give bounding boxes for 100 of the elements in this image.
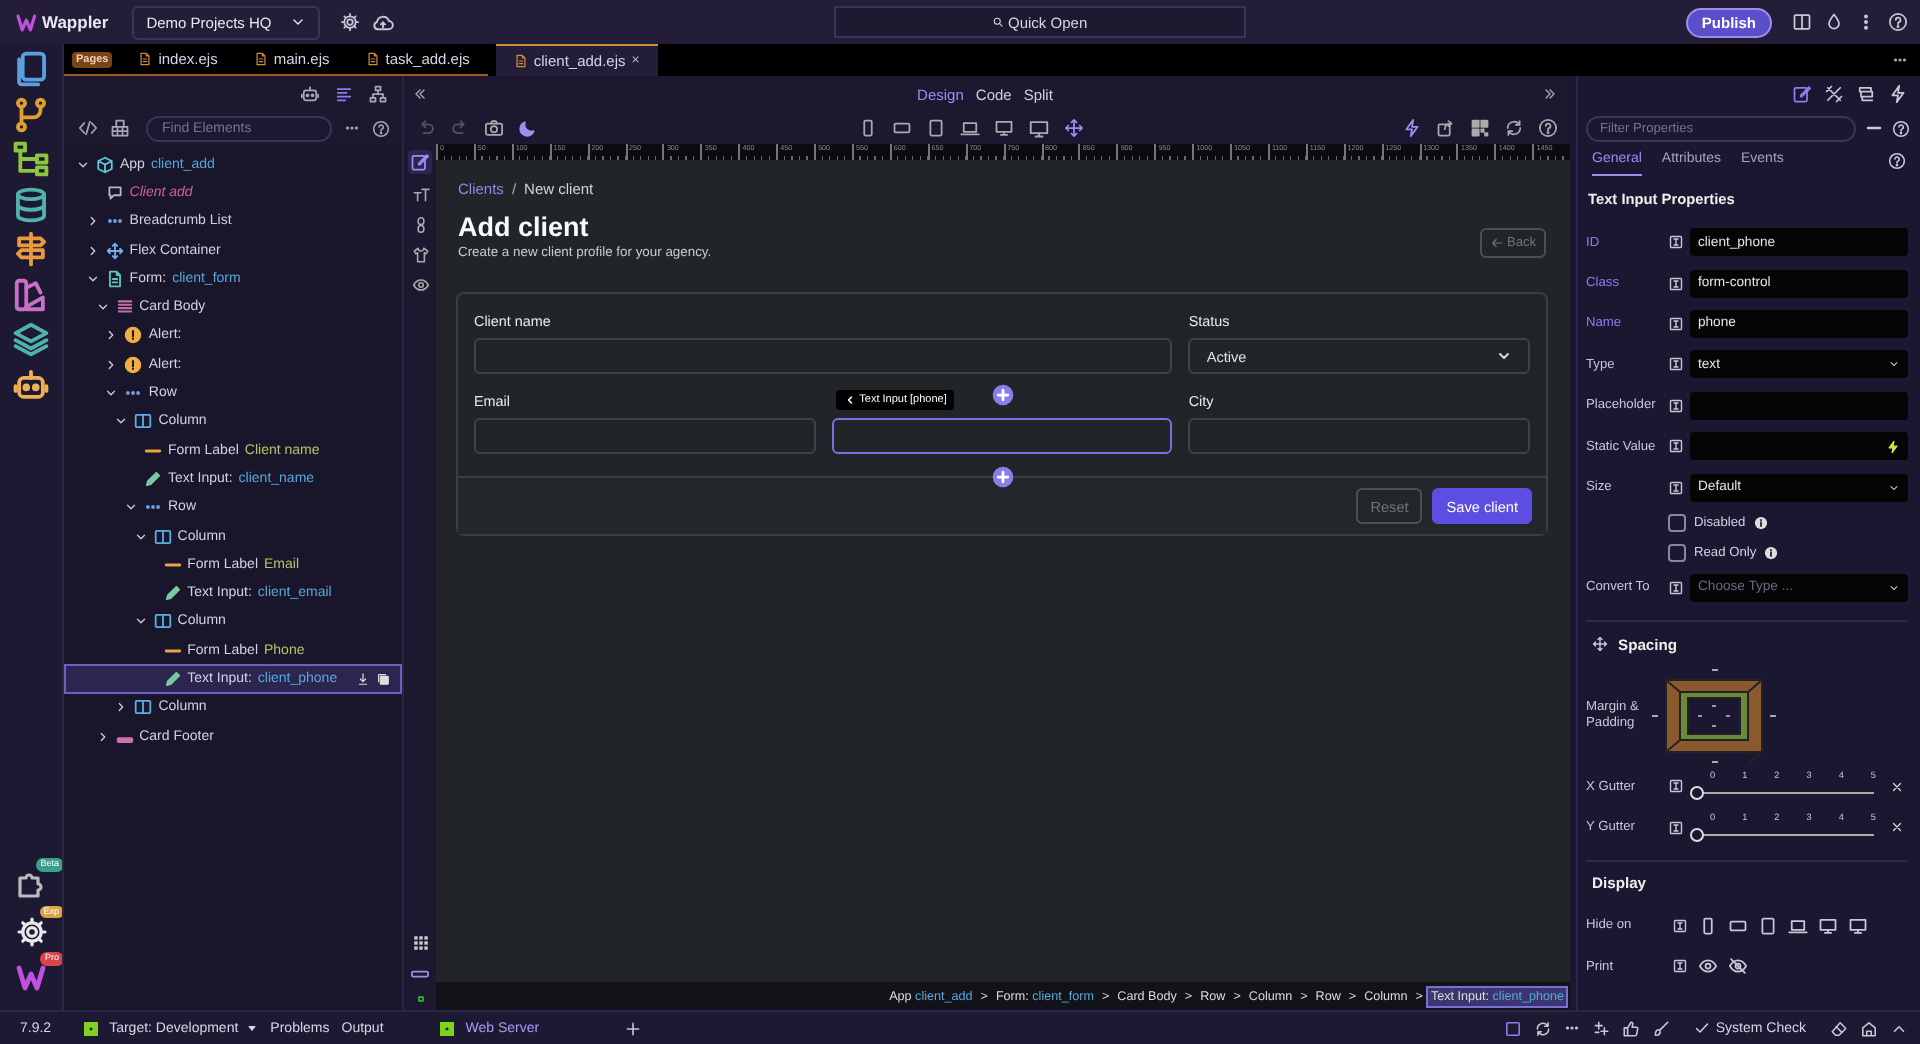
input-field[interactable] [1690,432,1908,461]
monitor-icon[interactable] [1027,117,1049,139]
checkbox[interactable] [1668,513,1686,532]
refresh-icon[interactable] [1504,118,1524,138]
refresh-icon[interactable] [1533,1019,1552,1037]
drop-icon[interactable] [1824,12,1844,32]
help-icon[interactable] [1888,151,1906,169]
database-icon[interactable] [12,185,50,223]
clear-icon[interactable] [1890,779,1904,794]
logo-icon[interactable] [15,962,47,994]
chevron-icon[interactable] [133,614,148,629]
eye-icon[interactable] [411,276,429,294]
chevron-icon[interactable] [85,271,100,286]
text-size-icon[interactable] [411,186,429,204]
phone-icon[interactable] [857,118,877,138]
arrow-down-icon[interactable] [356,671,370,686]
more-icon[interactable] [1563,1020,1580,1036]
move-icon[interactable] [1063,118,1083,138]
data-bind-icon[interactable] [1668,579,1684,596]
code-icon[interactable] [78,118,98,138]
puzzle-icon[interactable] [15,868,47,900]
branch-icon[interactable] [12,95,50,133]
collapse-icon[interactable] [412,86,428,102]
chevron-icon[interactable] [85,243,100,258]
input-field[interactable] [1188,418,1530,454]
tablet-landscape-icon[interactable] [891,118,911,138]
help-icon[interactable] [1888,12,1908,32]
chevron-icon[interactable] [104,386,119,401]
input-field[interactable] [474,418,816,454]
settings-icon[interactable] [339,12,360,32]
chevron-icon[interactable] [95,729,110,744]
moon-icon[interactable] [518,118,538,138]
robot-icon[interactable] [300,84,320,104]
data-bind-icon[interactable] [1668,275,1684,292]
spacing-box-drawing[interactable] [1650,668,1778,765]
eraser-icon[interactable] [1830,1019,1848,1037]
tools-icon[interactable] [1824,84,1844,104]
info-icon[interactable] [1764,545,1779,560]
help-icon[interactable] [1892,119,1910,137]
palette-icon[interactable] [12,275,50,313]
home-icon[interactable] [1860,1019,1878,1037]
data-bind-icon[interactable] [1668,356,1684,373]
signpost-icon[interactable] [12,230,50,268]
data-bind-icon[interactable] [1668,479,1684,496]
sitemap-icon[interactable] [12,140,50,178]
data-bind-icon[interactable] [1668,819,1684,836]
sitemap-icon[interactable] [368,84,388,104]
chevron-icon[interactable] [104,328,119,343]
laptop-icon[interactable] [1788,915,1808,936]
clear-icon[interactable] [1890,820,1904,835]
lightning-icon[interactable] [1402,118,1422,138]
expand-icon[interactable] [1542,86,1558,102]
slider-thumb[interactable] [1690,786,1704,801]
data-bind-icon[interactable] [1668,234,1684,251]
list-icon[interactable] [334,84,354,104]
edit-icon[interactable] [1792,84,1812,104]
monitor-icon[interactable] [1818,915,1838,936]
lightning-icon[interactable] [1888,84,1908,104]
layers-icon[interactable] [12,320,50,358]
info-icon[interactable] [1753,515,1768,530]
chevron-icon[interactable] [95,300,110,315]
data-bind-icon[interactable] [1668,397,1684,414]
chevron-icon[interactable] [114,414,129,429]
input-field[interactable] [1690,391,1908,420]
sparkle-icon[interactable] [1591,1019,1610,1037]
link-icon[interactable] [411,216,429,234]
checkbox[interactable] [1668,543,1686,562]
phone-icon[interactable] [1698,915,1718,936]
help-icon[interactable] [1538,118,1558,138]
data-bind-icon[interactable] [1668,315,1684,332]
data-bind-icon[interactable] [1668,438,1684,455]
chevron-icon[interactable] [124,500,138,515]
grid-icon[interactable] [1470,118,1490,138]
robot-icon[interactable] [12,365,50,403]
data-bind-icon[interactable] [1668,778,1684,795]
lightning-icon[interactable] [1886,439,1900,454]
add-icon[interactable] [991,384,1014,406]
square-icon[interactable] [1503,1019,1522,1037]
cloud-upload-icon[interactable] [371,11,394,33]
chevron-icon[interactable] [76,157,90,172]
settings-icon[interactable] [15,915,47,947]
thumbs-up-icon[interactable] [1621,1019,1640,1037]
monitor-icon[interactable] [993,118,1013,138]
more-icon[interactable] [1892,52,1908,68]
chevron-icon[interactable] [104,357,119,372]
tablet-icon[interactable] [1758,915,1778,936]
chevron-icon[interactable] [133,529,148,543]
plus-icon[interactable] [623,1019,642,1037]
share-icon[interactable] [1436,118,1456,138]
shirt-icon[interactable] [411,246,429,264]
tablet-icon[interactable] [925,118,945,138]
laptop-icon[interactable] [959,118,979,138]
edit-icon[interactable] [410,152,430,172]
camera-icon[interactable] [484,118,504,138]
copy-icon[interactable] [376,671,390,686]
chevron-icon[interactable] [114,700,129,715]
help-icon[interactable] [372,119,390,137]
data-bind-icon[interactable] [1672,958,1688,975]
input-field[interactable] [831,418,1173,454]
structure-icon[interactable] [110,118,130,138]
